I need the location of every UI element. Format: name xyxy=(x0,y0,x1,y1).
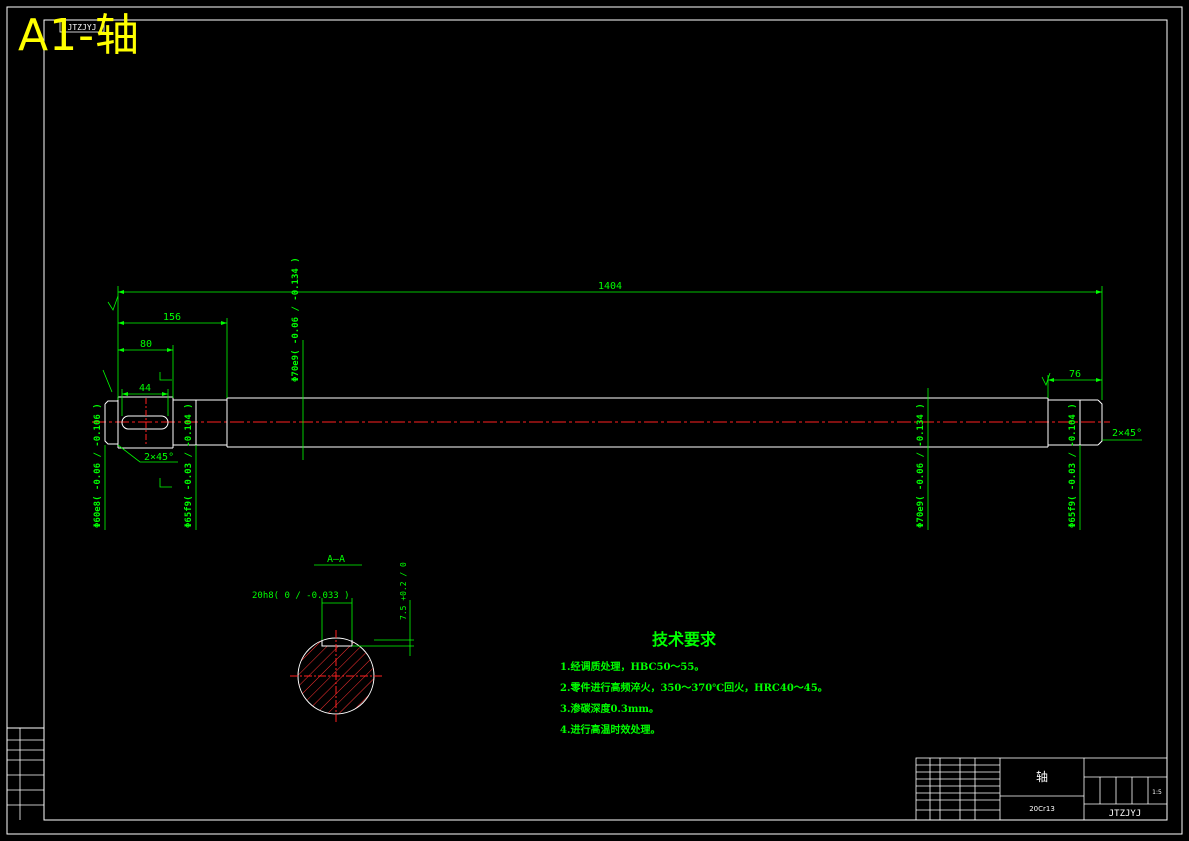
technical-requirements-title: 技术要求 xyxy=(652,630,717,649)
left-side-table xyxy=(7,728,44,820)
dim-keyway-depth: 7.5 +0.2 / 0 xyxy=(399,562,408,620)
dim-dia-mid-top: Φ70e9( -0.06 / -0.134 ) xyxy=(291,257,301,382)
dim-keyway-width: 20h8( 0 / -0.033 ) xyxy=(252,591,350,601)
technical-requirements-list: 1.经调质处理，HBC50～55。 2.零件进行高频淬火，350～370℃回火，… xyxy=(560,657,828,741)
dim-keyway-length: 44 xyxy=(139,383,151,394)
dim-right-section-length: 76 xyxy=(1069,369,1081,380)
dim-dia-bearing-left: Φ65f9( -0.03 / -0.104 ) xyxy=(184,403,194,528)
section-view: A—A 20h8( 0 / -0.033 ) 7.5 +0.2 / 0 xyxy=(252,554,414,722)
dimension-lines xyxy=(102,286,1142,530)
part-material: 20Cr13 xyxy=(1029,805,1055,813)
section-label: A—A xyxy=(327,554,345,565)
dim-dia-mid-bottom: Φ70e9( -0.06 / -0.134 ) xyxy=(916,403,926,528)
drawing-title-overlay: A1-轴 xyxy=(18,10,140,61)
dim-overall-length: 1404 xyxy=(598,281,622,292)
dim-dia-right-end: Φ65f9( -0.03 / -0.104 ) xyxy=(1068,403,1078,528)
dim-left-section-length: 156 xyxy=(163,312,181,323)
requirement-item: 2.零件进行高频淬火，350～370℃回火，HRC40～45。 xyxy=(560,683,828,694)
requirement-item: 1.经调质处理，HBC50～55。 xyxy=(560,662,705,673)
drawing-code: JTZJYJ xyxy=(1109,809,1142,819)
dim-right-chamfer: 2×45° xyxy=(1112,428,1142,439)
dim-dia-left-end: Φ60e8( -0.06 / -0.106 ) xyxy=(93,403,103,528)
dimension-arrows xyxy=(118,290,1102,396)
dim-left-chamfer: 2×45° xyxy=(144,452,174,463)
part-name: 轴 xyxy=(1036,769,1048,784)
dim-keyway-offset: 80 xyxy=(140,339,152,350)
requirement-item: 4.进行高温时效处理。 xyxy=(560,725,661,736)
drawing-scale: 1:5 xyxy=(1152,789,1162,796)
requirement-item: 3.渗碳深度0.3mm。 xyxy=(560,704,659,715)
